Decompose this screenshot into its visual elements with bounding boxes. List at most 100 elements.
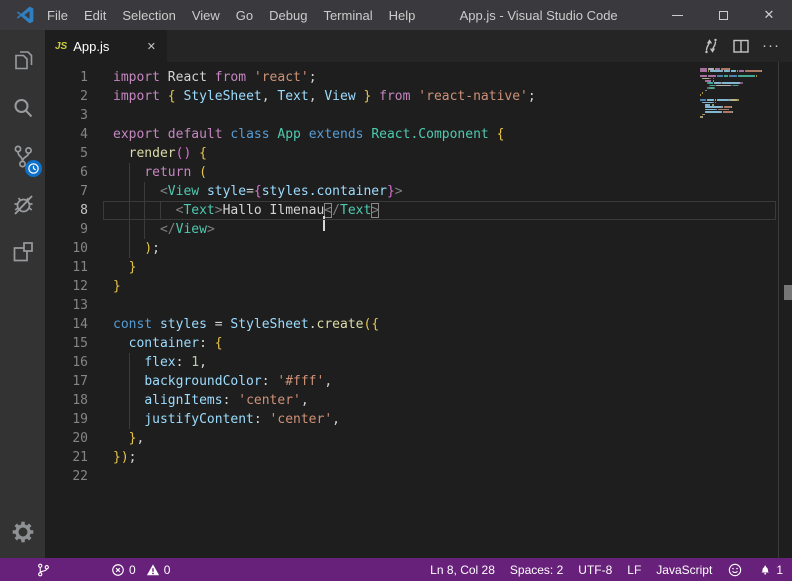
indent-guide: [144, 201, 145, 220]
menu-item-edit[interactable]: Edit: [76, 0, 114, 30]
menu-item-go[interactable]: Go: [228, 0, 261, 30]
tab-close-icon[interactable]: ✕: [144, 38, 159, 55]
git-branch-icon: [36, 562, 51, 578]
source-control-icon[interactable]: [0, 132, 45, 180]
indent-guide: [129, 163, 130, 182]
line-number: 8: [45, 201, 88, 220]
tab-bar: JS App.js ✕: [45, 30, 792, 62]
minimize-icon: [672, 15, 683, 16]
close-icon: ✕: [764, 7, 775, 23]
menu-item-view[interactable]: View: [184, 0, 228, 30]
editor-column: JS App.js ✕: [45, 30, 792, 558]
code-line[interactable]: 5 render() {: [45, 144, 792, 163]
code-line[interactable]: 8 <Text>Hallo Ilmenau</Text>: [45, 201, 792, 220]
indent-guide: [129, 239, 130, 258]
indent-guide: [144, 182, 145, 201]
line-number: 7: [45, 182, 88, 201]
indent-guide: [129, 353, 130, 372]
notifications-count: 1: [776, 563, 783, 577]
menu-item-selection[interactable]: Selection: [114, 0, 183, 30]
code-line[interactable]: 10 );: [45, 239, 792, 258]
bell-icon: [758, 562, 772, 577]
line-number: 13: [45, 296, 88, 315]
close-button[interactable]: ✕: [746, 0, 792, 30]
code-line[interactable]: 6 return (: [45, 163, 792, 182]
code-line[interactable]: 7 <View style={styles.container}>: [45, 182, 792, 201]
line-number: 11: [45, 258, 88, 277]
code-line[interactable]: 22: [45, 467, 792, 486]
code-line[interactable]: 15 container: {: [45, 334, 792, 353]
line-number: 1: [45, 68, 88, 87]
line-number: 20: [45, 429, 88, 448]
language-mode[interactable]: JavaScript: [656, 563, 712, 577]
code-line[interactable]: 16 flex: 1,: [45, 353, 792, 372]
git-branch-item[interactable]: [36, 562, 51, 578]
tab-strip: [167, 30, 700, 62]
split-editor-icon[interactable]: [730, 35, 752, 57]
warnings-icon: [146, 563, 160, 577]
line-number: 3: [45, 106, 88, 125]
javascript-file-icon: JS: [55, 41, 67, 52]
line-number: 10: [45, 239, 88, 258]
line-number: 9: [45, 220, 88, 239]
line-number: 16: [45, 353, 88, 372]
line-number: 17: [45, 372, 88, 391]
status-bar: 0 0 Ln 8, Col 28 Spaces: 2 UTF-8 LF Java…: [0, 558, 792, 581]
editor-actions: ···: [700, 30, 792, 62]
code-line[interactable]: 14const styles = StyleSheet.create({: [45, 315, 792, 334]
line-number: 22: [45, 467, 88, 486]
indent-guide: [129, 201, 130, 220]
indentation[interactable]: Spaces: 2: [510, 563, 563, 577]
debug-icon[interactable]: [0, 180, 45, 228]
settings-gear-icon[interactable]: [0, 506, 45, 558]
minimap[interactable]: [700, 68, 778, 138]
code-line[interactable]: 2import { StyleSheet, Text, View } from …: [45, 87, 792, 106]
indent-guide: [129, 220, 130, 239]
code-line[interactable]: 20 },: [45, 429, 792, 448]
code-line[interactable]: 19 justifyContent: 'center',: [45, 410, 792, 429]
code-line[interactable]: 4export default class App extends React.…: [45, 125, 792, 144]
overview-ruler-marker: [784, 285, 792, 300]
tab-label: App.js: [73, 39, 144, 54]
errors-count: 0: [129, 563, 136, 577]
main-area: JS App.js ✕: [0, 30, 792, 558]
code-line[interactable]: 9 </View>: [45, 220, 792, 239]
code-line[interactable]: 1import React from 'react';: [45, 68, 792, 87]
eol-sequence[interactable]: LF: [627, 563, 641, 577]
title-bar: FileEditSelectionViewGoDebugTerminalHelp…: [0, 0, 792, 30]
indent-guide: [129, 391, 130, 410]
line-number: 21: [45, 448, 88, 467]
feedback-smiley-icon[interactable]: [727, 562, 743, 578]
minimize-button[interactable]: [654, 0, 700, 30]
cursor-position[interactable]: Ln 8, Col 28: [430, 563, 495, 577]
editor-scrollbar-divider: [778, 62, 779, 558]
code-line[interactable]: 21});: [45, 448, 792, 467]
extensions-icon[interactable]: [0, 228, 45, 276]
line-number: 2: [45, 87, 88, 106]
menu-item-file[interactable]: File: [39, 0, 76, 30]
maximize-button[interactable]: [700, 0, 746, 30]
search-icon[interactable]: [0, 84, 45, 132]
code-line[interactable]: 12}: [45, 277, 792, 296]
vscode-window: FileEditSelectionViewGoDebugTerminalHelp…: [0, 0, 792, 581]
window-title: App.js - Visual Studio Code: [423, 8, 654, 23]
menu-item-help[interactable]: Help: [381, 0, 424, 30]
code-line[interactable]: 11 }: [45, 258, 792, 277]
vscode-logo-icon[interactable]: [13, 4, 37, 26]
more-actions-icon[interactable]: ···: [760, 35, 782, 57]
tab-appjs[interactable]: JS App.js ✕: [45, 30, 167, 62]
code-line[interactable]: 13: [45, 296, 792, 315]
open-changes-icon[interactable]: [700, 35, 722, 57]
notifications-item[interactable]: 1: [758, 562, 783, 577]
code-line[interactable]: 17 backgroundColor: '#fff',: [45, 372, 792, 391]
code-area[interactable]: 1import React from 'react';2import { Sty…: [45, 62, 792, 558]
menu-item-terminal[interactable]: Terminal: [315, 0, 380, 30]
sync-clock-badge: [25, 160, 42, 177]
code-line[interactable]: 18 alignItems: 'center',: [45, 391, 792, 410]
problems-item[interactable]: 0 0: [111, 563, 176, 577]
code-line[interactable]: 3: [45, 106, 792, 125]
explorer-icon[interactable]: [0, 36, 45, 84]
line-number: 5: [45, 144, 88, 163]
encoding[interactable]: UTF-8: [578, 563, 612, 577]
menu-item-debug[interactable]: Debug: [261, 0, 315, 30]
